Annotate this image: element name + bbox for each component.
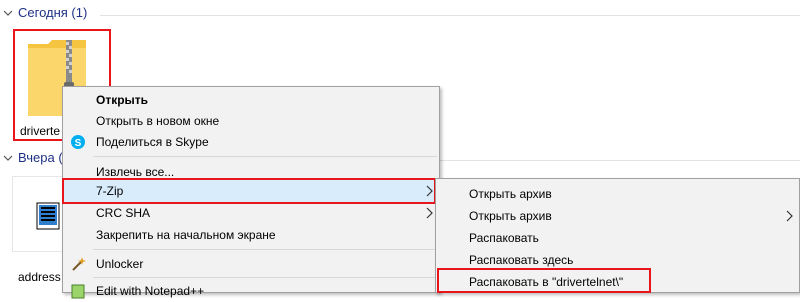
menu-separator [93, 249, 437, 250]
menu-item-open-new-window[interactable]: Открыть в новом окне [63, 110, 439, 132]
magic-wand-icon [72, 257, 86, 271]
menu-item-notepadpp[interactable]: Edit with Notepad++ [63, 280, 439, 302]
group-header-yesterday-label: Вчера ( [18, 150, 63, 165]
chevron-right-icon [786, 210, 793, 222]
menu-item-label: Открыть архив [469, 209, 552, 223]
menu-item-label: Открыть в новом окне [96, 114, 220, 128]
highlight-extract-to-item [437, 268, 651, 293]
menu-separator [93, 277, 437, 278]
chevron-down-icon [3, 10, 13, 16]
menu-item-label: Edit with Notepad++ [96, 284, 205, 298]
group-header-today[interactable]: Сегодня (1) [2, 5, 87, 20]
menu-item-label: Открыть архив [469, 187, 552, 201]
submenu-item-open-archive-more[interactable]: Открыть архив [436, 205, 799, 227]
address-file-name[interactable]: address [18, 270, 62, 284]
skype-icon: S [71, 135, 85, 149]
menu-item-share-skype[interactable]: S Поделиться в Skype [63, 131, 439, 153]
menu-item-crc-sha[interactable]: CRC SHA [63, 202, 439, 224]
chevron-right-icon [426, 207, 433, 219]
menu-item-label: Извлечь все... [96, 165, 175, 179]
highlight-7zip-item [62, 178, 436, 204]
menu-separator [93, 156, 437, 157]
group-header-today-label: Сегодня (1) [18, 5, 88, 20]
notepadpp-icon [71, 284, 85, 299]
submenu-item-open-archive[interactable]: Открыть архив [436, 183, 799, 205]
group-divider [100, 15, 800, 16]
menu-item-label: CRC SHA [96, 206, 151, 220]
menu-item-label: Распаковать здесь [469, 253, 574, 267]
menu-item-unlocker[interactable]: Unlocker [63, 253, 439, 275]
menu-item-open[interactable]: Открыть [63, 89, 439, 111]
menu-item-label: Открыть [96, 93, 149, 107]
chevron-down-icon [3, 155, 13, 161]
menu-item-label: Поделиться в Skype [96, 135, 209, 149]
menu-item-pin-start[interactable]: Закрепить на начальном экране [63, 224, 439, 246]
submenu-item-extract[interactable]: Распаковать [436, 227, 799, 249]
group-header-yesterday[interactable]: Вчера ( [2, 150, 63, 165]
svg-text:S: S [75, 138, 82, 149]
text-document-icon [36, 202, 60, 230]
menu-item-label: Unlocker [96, 257, 144, 271]
menu-item-label: Закрепить на начальном экране [96, 228, 276, 242]
address-file-tile[interactable] [12, 176, 64, 252]
menu-item-label: Распаковать [469, 231, 539, 245]
group-divider [440, 160, 800, 161]
